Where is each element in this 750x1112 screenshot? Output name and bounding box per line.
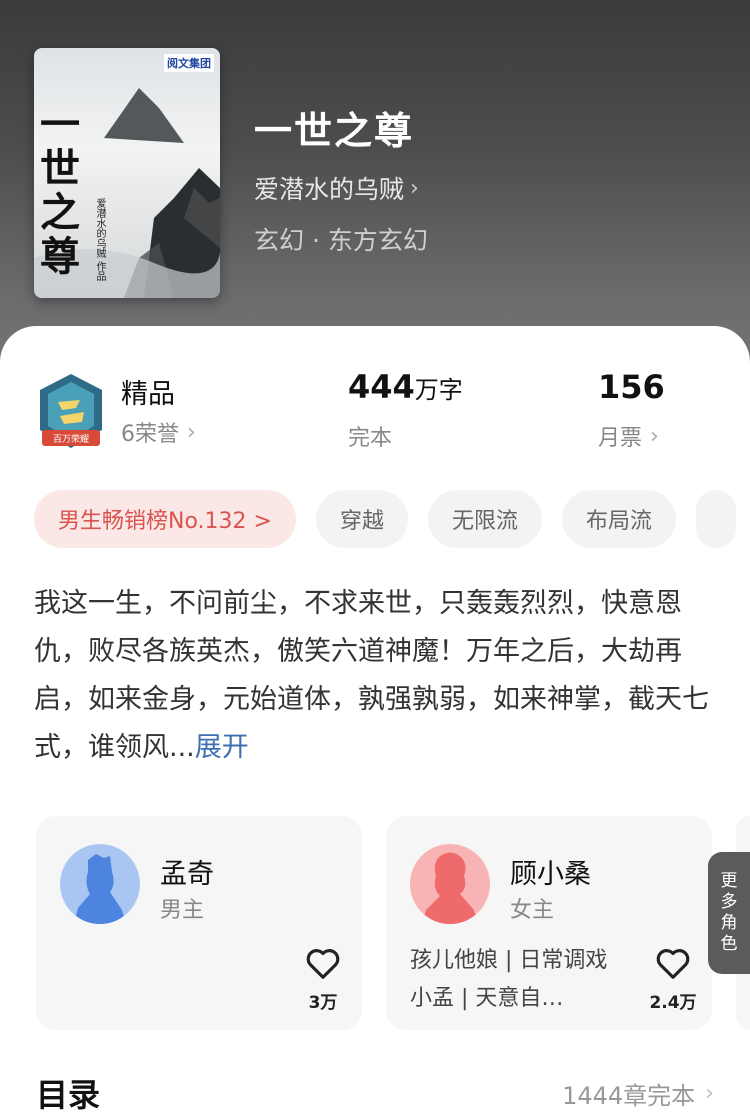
tag-chip[interactable] bbox=[696, 490, 736, 548]
word-count: 444万字 bbox=[348, 368, 463, 406]
monthly-votes-link[interactable]: 月票 › bbox=[598, 420, 659, 452]
character-name: 顾小桑 bbox=[510, 859, 591, 890]
character-silhouette-icon bbox=[410, 844, 490, 924]
book-description: 我这一生，不问前尘，不求来世，只轰轰烈烈，快意恩仇，败尽各族英杰，傲笑六道神魔！… bbox=[34, 580, 714, 772]
heart-icon[interactable] bbox=[654, 944, 692, 982]
character-role: 女主 bbox=[510, 898, 555, 923]
book-title: 一世之尊 bbox=[254, 108, 415, 153]
completion-status: 完本 bbox=[348, 426, 393, 451]
character-name: 孟奇 bbox=[160, 859, 214, 890]
honors-label: 6荣誉 bbox=[121, 422, 179, 447]
tag-chip[interactable]: 布局流 bbox=[561, 490, 676, 548]
quality-value: 精品 bbox=[121, 379, 175, 410]
avatar bbox=[60, 844, 140, 924]
cover-title: 一世之尊 bbox=[40, 101, 80, 280]
more-roles-button[interactable]: 更多角色 bbox=[708, 852, 750, 974]
book-cover[interactable]: 阅文集团 一世之尊 爱潜水的乌贼 作品 bbox=[34, 48, 220, 298]
like-count: 3万 bbox=[308, 993, 338, 1013]
toc-title: 目录 bbox=[36, 1076, 101, 1112]
monthly-votes-label: 月票 bbox=[598, 426, 643, 451]
character-card[interactable]: 孟奇 男主 3万 bbox=[36, 816, 362, 1030]
chevron-right-icon: › bbox=[410, 175, 419, 201]
honor-badge-icon: 百万荣耀 bbox=[40, 374, 102, 448]
monthly-votes-value: 156 bbox=[598, 368, 665, 406]
tag-list: 男生畅销榜No.132 > 穿越 无限流 布局流 bbox=[34, 490, 736, 548]
rank-tag[interactable]: 男生畅销榜No.132 > bbox=[34, 490, 296, 548]
expand-link[interactable]: 展开 bbox=[195, 732, 249, 763]
author-name: 爱潜水的乌贼 bbox=[254, 175, 405, 204]
character-card[interactable]: 顾小桑 女主 孩儿他娘 | 日常调戏小孟 | 天意自… 2.4万 bbox=[386, 816, 712, 1030]
chevron-right-icon: › bbox=[650, 423, 659, 449]
avatar bbox=[410, 844, 490, 924]
heart-icon[interactable] bbox=[304, 944, 342, 982]
tag-chip[interactable]: 穿越 bbox=[315, 490, 408, 548]
author-link[interactable]: 爱潜水的乌贼 › bbox=[254, 170, 419, 206]
book-genre: 玄幻 · 东方玄幻 bbox=[254, 226, 428, 255]
cover-publisher: 阅文集团 bbox=[164, 54, 214, 72]
toc-info: 1444章完本 bbox=[562, 1082, 696, 1110]
chevron-right-icon: › bbox=[705, 1081, 714, 1106]
character-role: 男主 bbox=[160, 898, 205, 923]
word-count-unit: 万字 bbox=[414, 376, 463, 404]
honors-link[interactable]: 6荣誉 › bbox=[121, 416, 196, 448]
tag-chip[interactable]: 无限流 bbox=[427, 490, 542, 548]
character-nicknames: 孩儿他娘 | 日常调戏小孟 | 天意自… bbox=[410, 948, 608, 1011]
cover-author: 爱潜水的乌贼 作品 bbox=[94, 198, 105, 282]
chevron-right-icon: › bbox=[187, 419, 196, 445]
like-count: 2.4万 bbox=[649, 993, 697, 1013]
word-count-value: 444 bbox=[348, 368, 415, 406]
character-silhouette-icon bbox=[60, 844, 140, 924]
toc-link[interactable]: 1444章完本 › bbox=[562, 1076, 714, 1111]
stats-row: 百万荣耀 精品 6荣誉 › 444万字 完本 156 月票 › bbox=[0, 350, 750, 460]
badge-text: 百万荣耀 bbox=[53, 433, 89, 445]
description-text: 我这一生，不问前尘，不求来世，只轰轰烈烈，快意恩仇，败尽各族英杰，傲笑六道神魔！… bbox=[34, 588, 709, 763]
